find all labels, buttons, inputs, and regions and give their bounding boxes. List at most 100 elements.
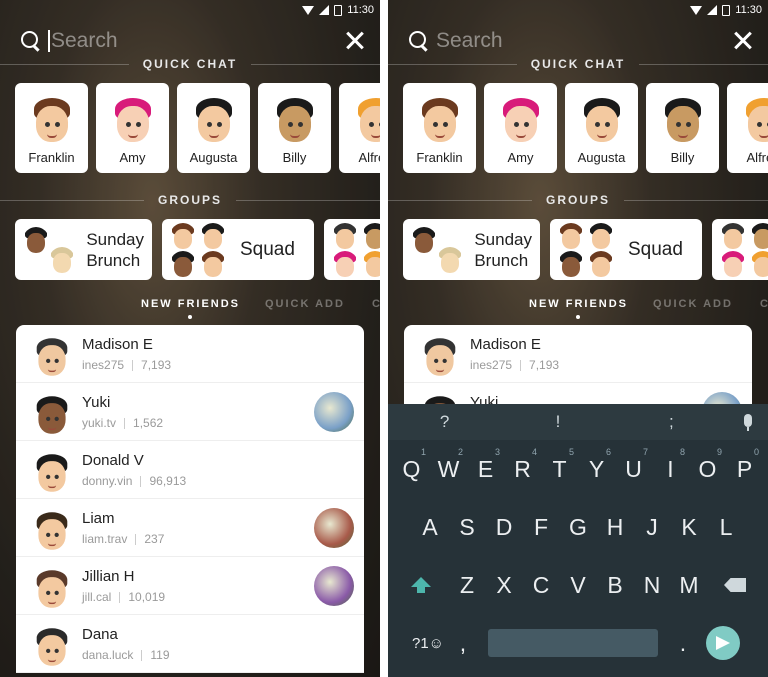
- friend-row[interactable]: Yukiyuki.tv1,562: [404, 383, 752, 404]
- mini-avatar-face: [592, 228, 610, 249]
- key-v[interactable]: V: [560, 572, 597, 599]
- quick-chat-name: Alfred: [746, 150, 768, 165]
- search-input[interactable]: Search: [436, 29, 732, 53]
- quick-chat-card[interactable]: Amy: [484, 83, 557, 173]
- key-d[interactable]: D: [486, 514, 523, 541]
- key-x[interactable]: X: [486, 572, 523, 599]
- key-f[interactable]: F: [523, 514, 560, 541]
- friend-row[interactable]: Dana dana.luck 119: [16, 615, 364, 673]
- friend-row[interactable]: Donald V donny.vin 96,913: [16, 441, 364, 499]
- status-bar: 11:30: [690, 0, 762, 20]
- key-n[interactable]: N: [634, 572, 671, 599]
- group-card-partial[interactable]: [324, 219, 380, 280]
- key-w[interactable]: W2: [430, 447, 467, 483]
- key-e[interactable]: E3: [467, 447, 504, 483]
- avatar-eye: [54, 416, 59, 421]
- tab-quick-add[interactable]: QUICK ADD: [653, 298, 733, 310]
- key-g[interactable]: G: [560, 514, 597, 541]
- key-l[interactable]: L: [708, 514, 745, 541]
- keyboard-row-4: ?1☺,.: [388, 614, 768, 672]
- close-icon[interactable]: [732, 30, 754, 52]
- space-key[interactable]: [488, 629, 658, 657]
- quick-chat-name: Franklin: [28, 150, 75, 165]
- quick-chat-card[interactable]: Billy: [646, 83, 719, 173]
- group-card-partial[interactable]: [712, 219, 768, 280]
- friend-row[interactable]: Madison E ines275 7,193: [16, 325, 364, 383]
- key-a[interactable]: A: [412, 514, 449, 541]
- quick-chat-card[interactable]: Alfred: [339, 83, 380, 173]
- key-k[interactable]: K: [671, 514, 708, 541]
- group-avatars: [411, 225, 466, 275]
- key-r[interactable]: R4: [504, 447, 541, 483]
- bitmoji-avatar: [421, 334, 458, 378]
- quick-chat-card[interactable]: Billy: [258, 83, 331, 173]
- avatar-eye: [54, 648, 59, 653]
- quick-chat-row: Franklin Amy Augusta Billy Alfred: [15, 83, 380, 173]
- tab-more[interactable]: C: [372, 298, 380, 310]
- friend-score: 237: [144, 531, 165, 546]
- quick-chat-name: Billy: [670, 150, 695, 165]
- suggestion-item[interactable]: !: [501, 412, 614, 432]
- key-y[interactable]: Y6: [578, 447, 615, 483]
- group-card-sunday-brunch[interactable]: Sunday Brunch: [403, 219, 540, 280]
- wifi-icon: [690, 5, 703, 15]
- key-q[interactable]: Q1: [393, 447, 430, 483]
- bitmoji-avatar: [30, 94, 74, 146]
- key-i[interactable]: I8: [652, 447, 689, 483]
- quick-chat-card[interactable]: Augusta: [177, 83, 250, 173]
- mini-avatar: [170, 250, 196, 277]
- group-card-squad[interactable]: Squad: [162, 219, 314, 280]
- friend-row[interactable]: Liam liam.trav 237: [16, 499, 364, 557]
- suggestion-item[interactable]: ;: [615, 412, 728, 432]
- group-name: Sunday Brunch: [86, 229, 144, 271]
- story-thumbnail[interactable]: [314, 392, 354, 432]
- friend-username: yuki.tv: [82, 415, 117, 430]
- search-bar[interactable]: Search: [20, 26, 366, 56]
- key-o[interactable]: O9: [689, 447, 726, 483]
- key-z[interactable]: Z: [449, 572, 486, 599]
- tab-new-friends[interactable]: NEW FRIENDS: [141, 298, 240, 310]
- key-m[interactable]: M: [671, 572, 708, 599]
- tab-new-friends[interactable]: NEW FRIENDS: [529, 298, 628, 310]
- group-card-sunday-brunch[interactable]: Sunday Brunch: [15, 219, 152, 280]
- key-s[interactable]: S: [449, 514, 486, 541]
- backspace-key[interactable]: [708, 578, 763, 592]
- comma-key[interactable]: ,: [448, 630, 478, 657]
- avatar-eye: [54, 358, 59, 363]
- shift-key[interactable]: [394, 577, 449, 593]
- tab-more[interactable]: C: [760, 298, 768, 310]
- mini-avatar: [23, 226, 49, 253]
- avatar-eye: [368, 122, 374, 127]
- send-key[interactable]: [698, 626, 748, 660]
- key-j[interactable]: J: [634, 514, 671, 541]
- key-h[interactable]: H: [597, 514, 634, 541]
- quick-chat-card[interactable]: Franklin: [15, 83, 88, 173]
- quick-chat-card[interactable]: Amy: [96, 83, 169, 173]
- symbols-key[interactable]: ?1☺: [408, 635, 448, 652]
- mic-button[interactable]: [728, 412, 768, 432]
- story-thumbnail[interactable]: [314, 508, 354, 548]
- suggestion-item[interactable]: ?: [388, 412, 501, 432]
- tab-quick-add[interactable]: QUICK ADD: [265, 298, 345, 310]
- key-u[interactable]: U7: [615, 447, 652, 483]
- key-p[interactable]: P0: [726, 447, 763, 483]
- send-button[interactable]: [706, 626, 740, 660]
- group-card-squad[interactable]: Squad: [550, 219, 702, 280]
- friend-row[interactable]: Yukiyuki.tv1,562: [16, 383, 364, 441]
- quick-chat-card[interactable]: Franklin: [403, 83, 476, 173]
- group-avatars: [23, 225, 78, 275]
- search-input[interactable]: Search: [48, 29, 344, 53]
- key-t[interactable]: T5: [541, 447, 578, 483]
- search-bar[interactable]: Search: [408, 26, 754, 56]
- friend-row[interactable]: Madison E ines275 7,193: [404, 325, 752, 383]
- quick-chat-card[interactable]: Alfred: [727, 83, 768, 173]
- key-c[interactable]: C: [523, 572, 560, 599]
- separator: [132, 359, 134, 371]
- group-avatars: [170, 222, 226, 277]
- quick-chat-card[interactable]: Augusta: [565, 83, 638, 173]
- period-key[interactable]: .: [668, 630, 698, 657]
- close-icon[interactable]: [344, 30, 366, 52]
- story-thumbnail[interactable]: [314, 566, 354, 606]
- friend-row[interactable]: Jillian H jill.cal 10,019: [16, 557, 364, 615]
- key-b[interactable]: B: [597, 572, 634, 599]
